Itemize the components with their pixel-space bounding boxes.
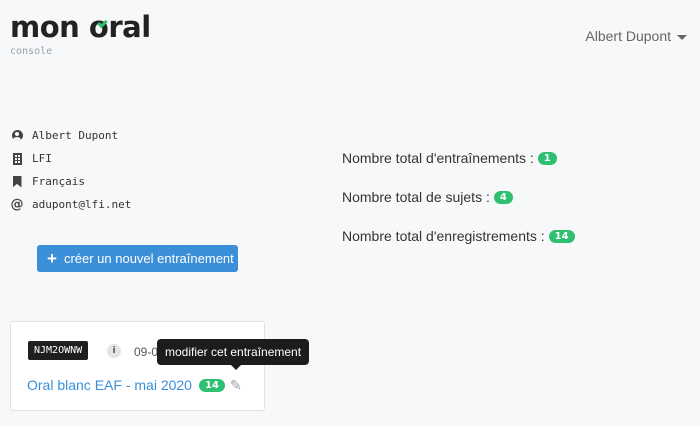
profile-language: Français bbox=[32, 175, 85, 188]
profile-organization-row: LFI bbox=[10, 147, 131, 170]
create-training-button[interactable]: + créer un nouvel entraînement bbox=[37, 245, 238, 272]
create-training-label: créer un nouvel entraînement bbox=[63, 251, 234, 266]
user-circle-icon bbox=[11, 130, 23, 141]
bookmark-icon bbox=[12, 175, 22, 188]
stat-trainings-label: Nombre total d'entraînements : bbox=[342, 150, 534, 166]
app-logo[interactable]: mon o ral console bbox=[10, 10, 151, 57]
user-menu-dropdown[interactable]: Albert Dupont bbox=[585, 28, 687, 44]
building-icon bbox=[12, 152, 22, 165]
training-recordings-count: 14 bbox=[199, 379, 225, 392]
plus-icon: + bbox=[47, 249, 57, 268]
stat-recordings: Nombre total d'enregistrements : 14 bbox=[342, 228, 575, 267]
stat-subjects: Nombre total de sujets : 4 bbox=[342, 189, 575, 228]
info-icon[interactable]: i bbox=[107, 344, 121, 358]
stat-trainings: Nombre total d'entraînements : 1 bbox=[342, 150, 575, 189]
stat-trainings-count: 1 bbox=[537, 152, 557, 165]
pencil-icon[interactable]: ✎ bbox=[230, 378, 244, 392]
logo-wordmark: mon o ral bbox=[10, 10, 151, 44]
stat-recordings-label: Nombre total d'enregistrements : bbox=[342, 228, 545, 244]
profile-name-row: Albert Dupont bbox=[10, 124, 131, 147]
profile-info: Albert Dupont LFI Français @ adupont@lfi… bbox=[10, 124, 132, 216]
training-title-link[interactable]: Oral blanc EAF - mai 2020 bbox=[27, 377, 192, 393]
profile-email: adupont@lfi.net bbox=[32, 198, 132, 211]
profile-organization: LFI bbox=[32, 152, 52, 165]
stat-recordings-count: 14 bbox=[548, 230, 575, 243]
training-date: 09-0 bbox=[134, 345, 159, 359]
profile-email-row: @ adupont@lfi.net bbox=[10, 193, 132, 216]
stat-subjects-label: Nombre total de sujets : bbox=[342, 189, 490, 205]
training-code[interactable]: NJM2OWNW bbox=[28, 341, 89, 360]
user-menu-name: Albert Dupont bbox=[585, 28, 671, 44]
caret-down-icon bbox=[677, 34, 687, 40]
profile-language-row: Français bbox=[10, 170, 131, 193]
edit-tooltip: modifier cet entraînement bbox=[157, 339, 310, 370]
logo-subtitle: console bbox=[10, 46, 53, 57]
stats-panel: Nombre total d'entraînements : 1 Nombre … bbox=[342, 150, 575, 267]
profile-name: Albert Dupont bbox=[32, 129, 119, 142]
at-icon: @ bbox=[10, 197, 24, 212]
training-card: NJM2OWNW i 09-0 Oral blanc EAF - mai 202… bbox=[10, 321, 265, 411]
stat-subjects-count: 4 bbox=[493, 191, 513, 204]
